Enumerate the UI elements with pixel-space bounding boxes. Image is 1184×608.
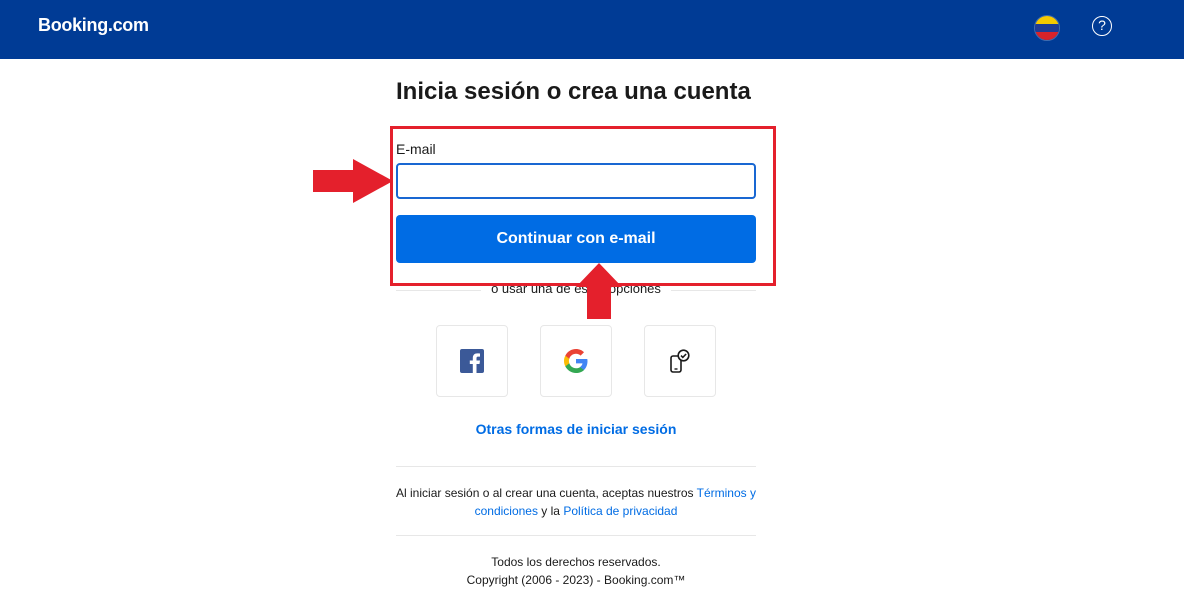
privacy-link[interactable]: Política de privacidad [563, 504, 677, 518]
facebook-login-button[interactable] [436, 325, 508, 397]
help-icon[interactable]: ? [1092, 16, 1112, 36]
annotation-arrow-right-icon [313, 159, 393, 203]
facebook-icon [460, 349, 484, 373]
legal-and: y la [537, 504, 564, 518]
venezuela-flag-icon[interactable] [1034, 15, 1060, 41]
google-login-button[interactable] [540, 325, 612, 397]
separator [396, 466, 756, 467]
booking-logo[interactable]: Booking.com [38, 15, 149, 36]
footer: Todos los derechos reservados. Copyright… [396, 553, 756, 589]
page-title: Inicia sesión o crea una cuenta [396, 78, 751, 105]
legal-text: Al iniciar sesión o al crear una cuenta,… [396, 484, 756, 520]
separator [396, 535, 756, 536]
annotation-highlight-box [390, 126, 776, 286]
google-icon [564, 349, 588, 373]
other-sign-in-options-link[interactable]: Otras formas de iniciar sesión [396, 421, 756, 437]
footer-rights: Todos los derechos reservados. [491, 555, 661, 569]
annotation-arrow-up-icon [576, 263, 622, 319]
passkey-login-button[interactable] [644, 325, 716, 397]
top-header: Booking.com ? [0, 0, 1184, 59]
footer-copyright: Copyright (2006 - 2023) - Booking.com™ [466, 573, 686, 587]
device-check-icon [670, 349, 690, 373]
legal-prefix: Al iniciar sesión o al crear una cuenta,… [396, 486, 697, 500]
